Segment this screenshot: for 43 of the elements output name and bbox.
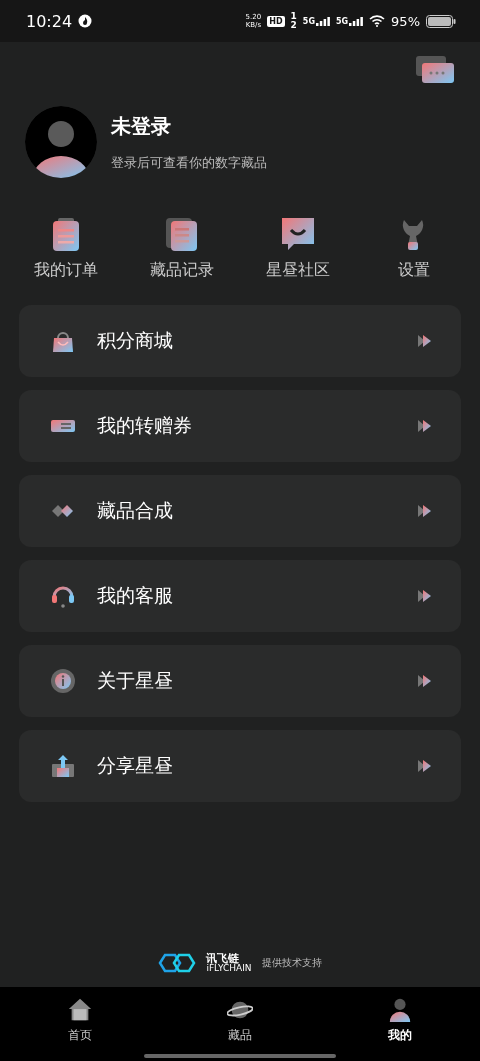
login-hint: 登录后可查看你的数字藏品 <box>111 153 267 172</box>
brand-name: 讯飞链 <box>206 953 240 964</box>
menu-item[interactable]: 藏品合成 <box>19 475 461 547</box>
share-icon <box>49 752 77 780</box>
shortcut-button[interactable]: 我的订单 <box>8 216 124 281</box>
home-icon <box>67 996 93 1023</box>
chevron-icon <box>417 674 433 688</box>
chevron-icon <box>417 334 433 348</box>
shortcut-button[interactable]: 设置 <box>356 216 472 281</box>
nav-tab[interactable]: 我的 <box>320 987 480 1061</box>
chevron-icon <box>417 589 433 603</box>
menu-item[interactable]: 积分商城 <box>19 305 461 377</box>
signal-icon <box>315 16 330 26</box>
shortcut-button[interactable]: 星昼社区 <box>240 216 356 281</box>
signal-icon <box>349 16 364 26</box>
brand-name-english: iFLYCHAIN <box>206 964 252 973</box>
info-icon <box>49 667 77 695</box>
chevron-icon <box>417 759 433 773</box>
battery-percent: 95% <box>391 13 420 29</box>
clock: 10:24 <box>26 11 73 31</box>
menu-item[interactable]: 我的客服 <box>19 560 461 632</box>
chain-logo-icon <box>158 953 197 973</box>
wifi-icon <box>369 15 386 27</box>
hd-badge: HD <box>267 15 285 27</box>
battery-icon <box>426 14 456 28</box>
network-type: 5G <box>302 16 315 26</box>
avatar[interactable] <box>25 106 97 178</box>
menu-item[interactable]: 分享星昼 <box>19 730 461 802</box>
chevron-icon <box>417 419 433 433</box>
support-text: 提供技术支持 <box>261 956 322 970</box>
network-type: 5G <box>335 16 349 26</box>
menu-item[interactable]: 我的转赠券 <box>19 390 461 462</box>
menu-item[interactable]: 关于星昼 <box>19 645 461 717</box>
sim-number: 2 <box>290 21 297 30</box>
sim-number: 1 <box>290 12 297 21</box>
chat-bubble-icon <box>280 216 316 252</box>
chat-icon[interactable] <box>416 56 454 86</box>
shortcut-button[interactable]: 藏品记录 <box>124 216 240 281</box>
login-status[interactable]: 未登录 <box>111 112 267 140</box>
flame-icon <box>78 14 93 28</box>
person-icon <box>387 996 413 1023</box>
documents-icon <box>164 216 200 252</box>
chevron-icon <box>417 504 433 518</box>
